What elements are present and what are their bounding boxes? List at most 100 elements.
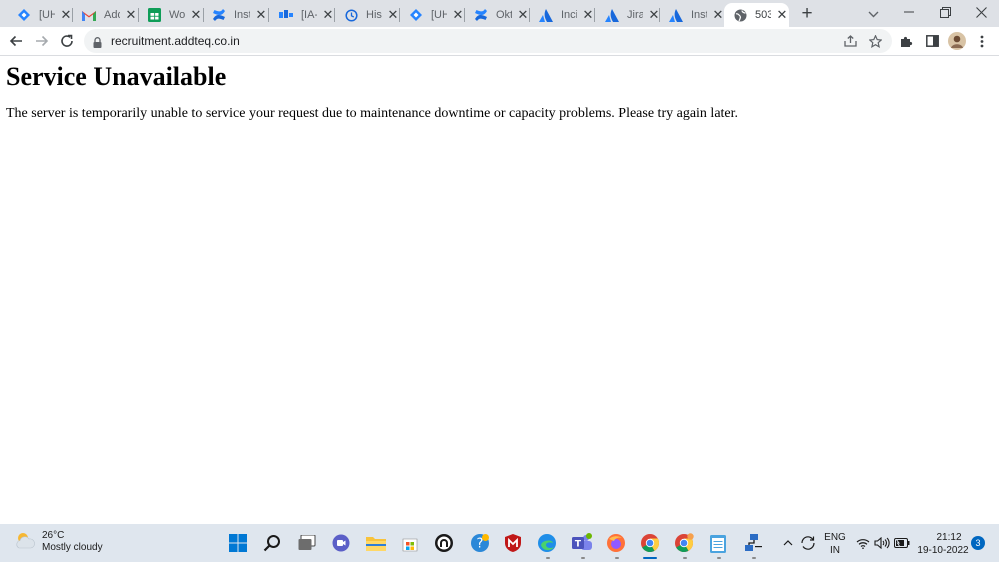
firefox-icon[interactable] [605,532,627,554]
tab-title: Add [104,9,120,21]
share-icon[interactable] [842,33,858,49]
jira-diamond-icon [16,7,32,23]
notepad-icon[interactable] [707,532,729,554]
address-bar[interactable]: recruitment.addteq.co.in [84,29,892,53]
tab-7[interactable]: [UH ✕ [400,3,465,27]
tab-11[interactable]: Inst ✕ [660,3,725,27]
close-icon[interactable]: ✕ [189,7,203,22]
chrome-profile-icon[interactable] [673,532,695,554]
atlassian-icon [668,7,684,23]
side-panel-icon[interactable] [922,31,942,51]
wifi-icon[interactable] [855,532,871,554]
running-indicator [581,557,585,559]
tab-title: [IA- [301,9,317,21]
active-app-indicator [643,557,657,559]
volume-icon[interactable] [873,532,891,554]
tab-4[interactable]: Inst ✕ [203,3,268,27]
file-explorer-icon[interactable] [365,532,387,554]
task-view-icon[interactable] [296,532,318,554]
chrome-icon[interactable] [639,532,661,554]
battery-icon[interactable] [893,532,911,554]
browser-window: [UH ✕ Add ✕ Wo ✕ Inst ✕ [0,0,999,562]
weather-widget[interactable]: 26°C Mostly cloudy [14,530,103,554]
tab-title: Jira [627,9,643,21]
reload-button[interactable] [57,31,77,51]
close-icon[interactable]: ✕ [124,7,138,22]
help-app-icon[interactable]: ? [469,532,491,554]
minimize-button[interactable] [891,0,927,24]
tab-title: Inci [561,9,577,21]
weather-temp: 26°C [42,530,65,541]
extensions-puzzle-icon[interactable] [896,31,916,51]
close-icon[interactable]: ✕ [59,7,73,22]
sync-icon[interactable] [799,532,817,554]
svg-text:T: T [575,540,582,550]
teams-chat-icon[interactable] [330,532,352,554]
close-icon[interactable]: ✕ [451,7,465,22]
new-tab-button[interactable]: + [797,3,817,24]
jira-diamond-icon [408,7,424,23]
gmail-icon [81,7,97,23]
page-heading: Service Unavailable [6,62,227,91]
confluence-icon [211,7,227,23]
github-desktop-icon[interactable] [433,532,455,554]
close-window-button[interactable] [963,0,999,24]
tab-2[interactable]: Add ✕ [73,3,138,27]
close-icon[interactable]: ✕ [386,7,400,22]
clock-time[interactable]: 21:12 [930,532,968,543]
back-button[interactable] [6,31,26,51]
tab-separator [594,8,595,22]
clock-date[interactable]: 19-10-2022 [917,545,969,556]
bookmark-star-icon[interactable] [867,33,883,49]
url-text[interactable]: recruitment.addteq.co.in [111,34,240,48]
tab-strip: [UH ✕ Add ✕ Wo ✕ Inst ✕ [0,0,999,27]
language-indicator-region[interactable]: IN [822,545,848,556]
mcafee-icon[interactable] [502,532,524,554]
tab-8[interactable]: Okt ✕ [465,3,530,27]
microsoft-store-icon[interactable] [399,532,421,554]
tab-5[interactable]: [IA- ✕ [270,3,335,27]
taskbar: 26°C Mostly cloudy ? T ENG IN 21:12 19-1… [0,524,999,562]
forward-button[interactable] [32,31,52,51]
teams-icon[interactable]: T [571,532,593,554]
tab-3[interactable]: Wo ✕ [138,3,203,27]
edge-browser-icon[interactable] [536,532,558,554]
close-icon[interactable]: ✕ [254,7,268,22]
weather-condition: Mostly cloudy [42,542,103,553]
show-hidden-icons-chevron-icon[interactable] [780,532,796,554]
profile-avatar[interactable] [947,31,967,51]
tab-search-chevron-icon[interactable] [863,4,883,24]
tab-title: Hist [366,9,382,21]
close-icon[interactable]: ✕ [516,7,530,22]
tab-9[interactable]: Inci ✕ [530,3,595,27]
tab-title: 503 [755,9,771,21]
tab-title: Wo [169,9,185,21]
start-windows-icon[interactable] [227,532,249,554]
atlassian-icon [538,7,554,23]
running-indicator [546,557,550,559]
menu-kebab-icon[interactable] [972,31,992,51]
close-icon[interactable]: ✕ [711,7,725,22]
language-indicator-eng[interactable]: ENG [822,532,848,543]
search-icon[interactable] [261,532,283,554]
confluence-icon [473,7,489,23]
running-indicator [752,557,756,559]
tab-title: [UH [431,9,447,21]
page-content: Service Unavailable The server is tempor… [0,56,999,524]
close-icon[interactable]: ✕ [775,7,789,22]
restore-button[interactable] [927,0,963,24]
tab-1[interactable]: [UH ✕ [8,3,73,27]
tab-6[interactable]: Hist ✕ [335,3,400,27]
tab-title: Inst [234,9,250,21]
close-icon[interactable]: ✕ [321,7,335,22]
lock-icon[interactable] [93,35,102,53]
close-icon[interactable]: ✕ [581,7,595,22]
sheets-icon [146,7,162,23]
tab-separator [268,8,269,22]
notification-count-badge[interactable]: 3 [971,536,985,550]
network-app-icon[interactable] [742,532,764,554]
cloudy-weather-icon [14,531,36,554]
tab-10[interactable]: Jira ✕ [596,3,661,27]
browser-toolbar: recruitment.addteq.co.in [0,27,999,56]
tab-12-active[interactable]: 503 ✕ [724,3,789,27]
